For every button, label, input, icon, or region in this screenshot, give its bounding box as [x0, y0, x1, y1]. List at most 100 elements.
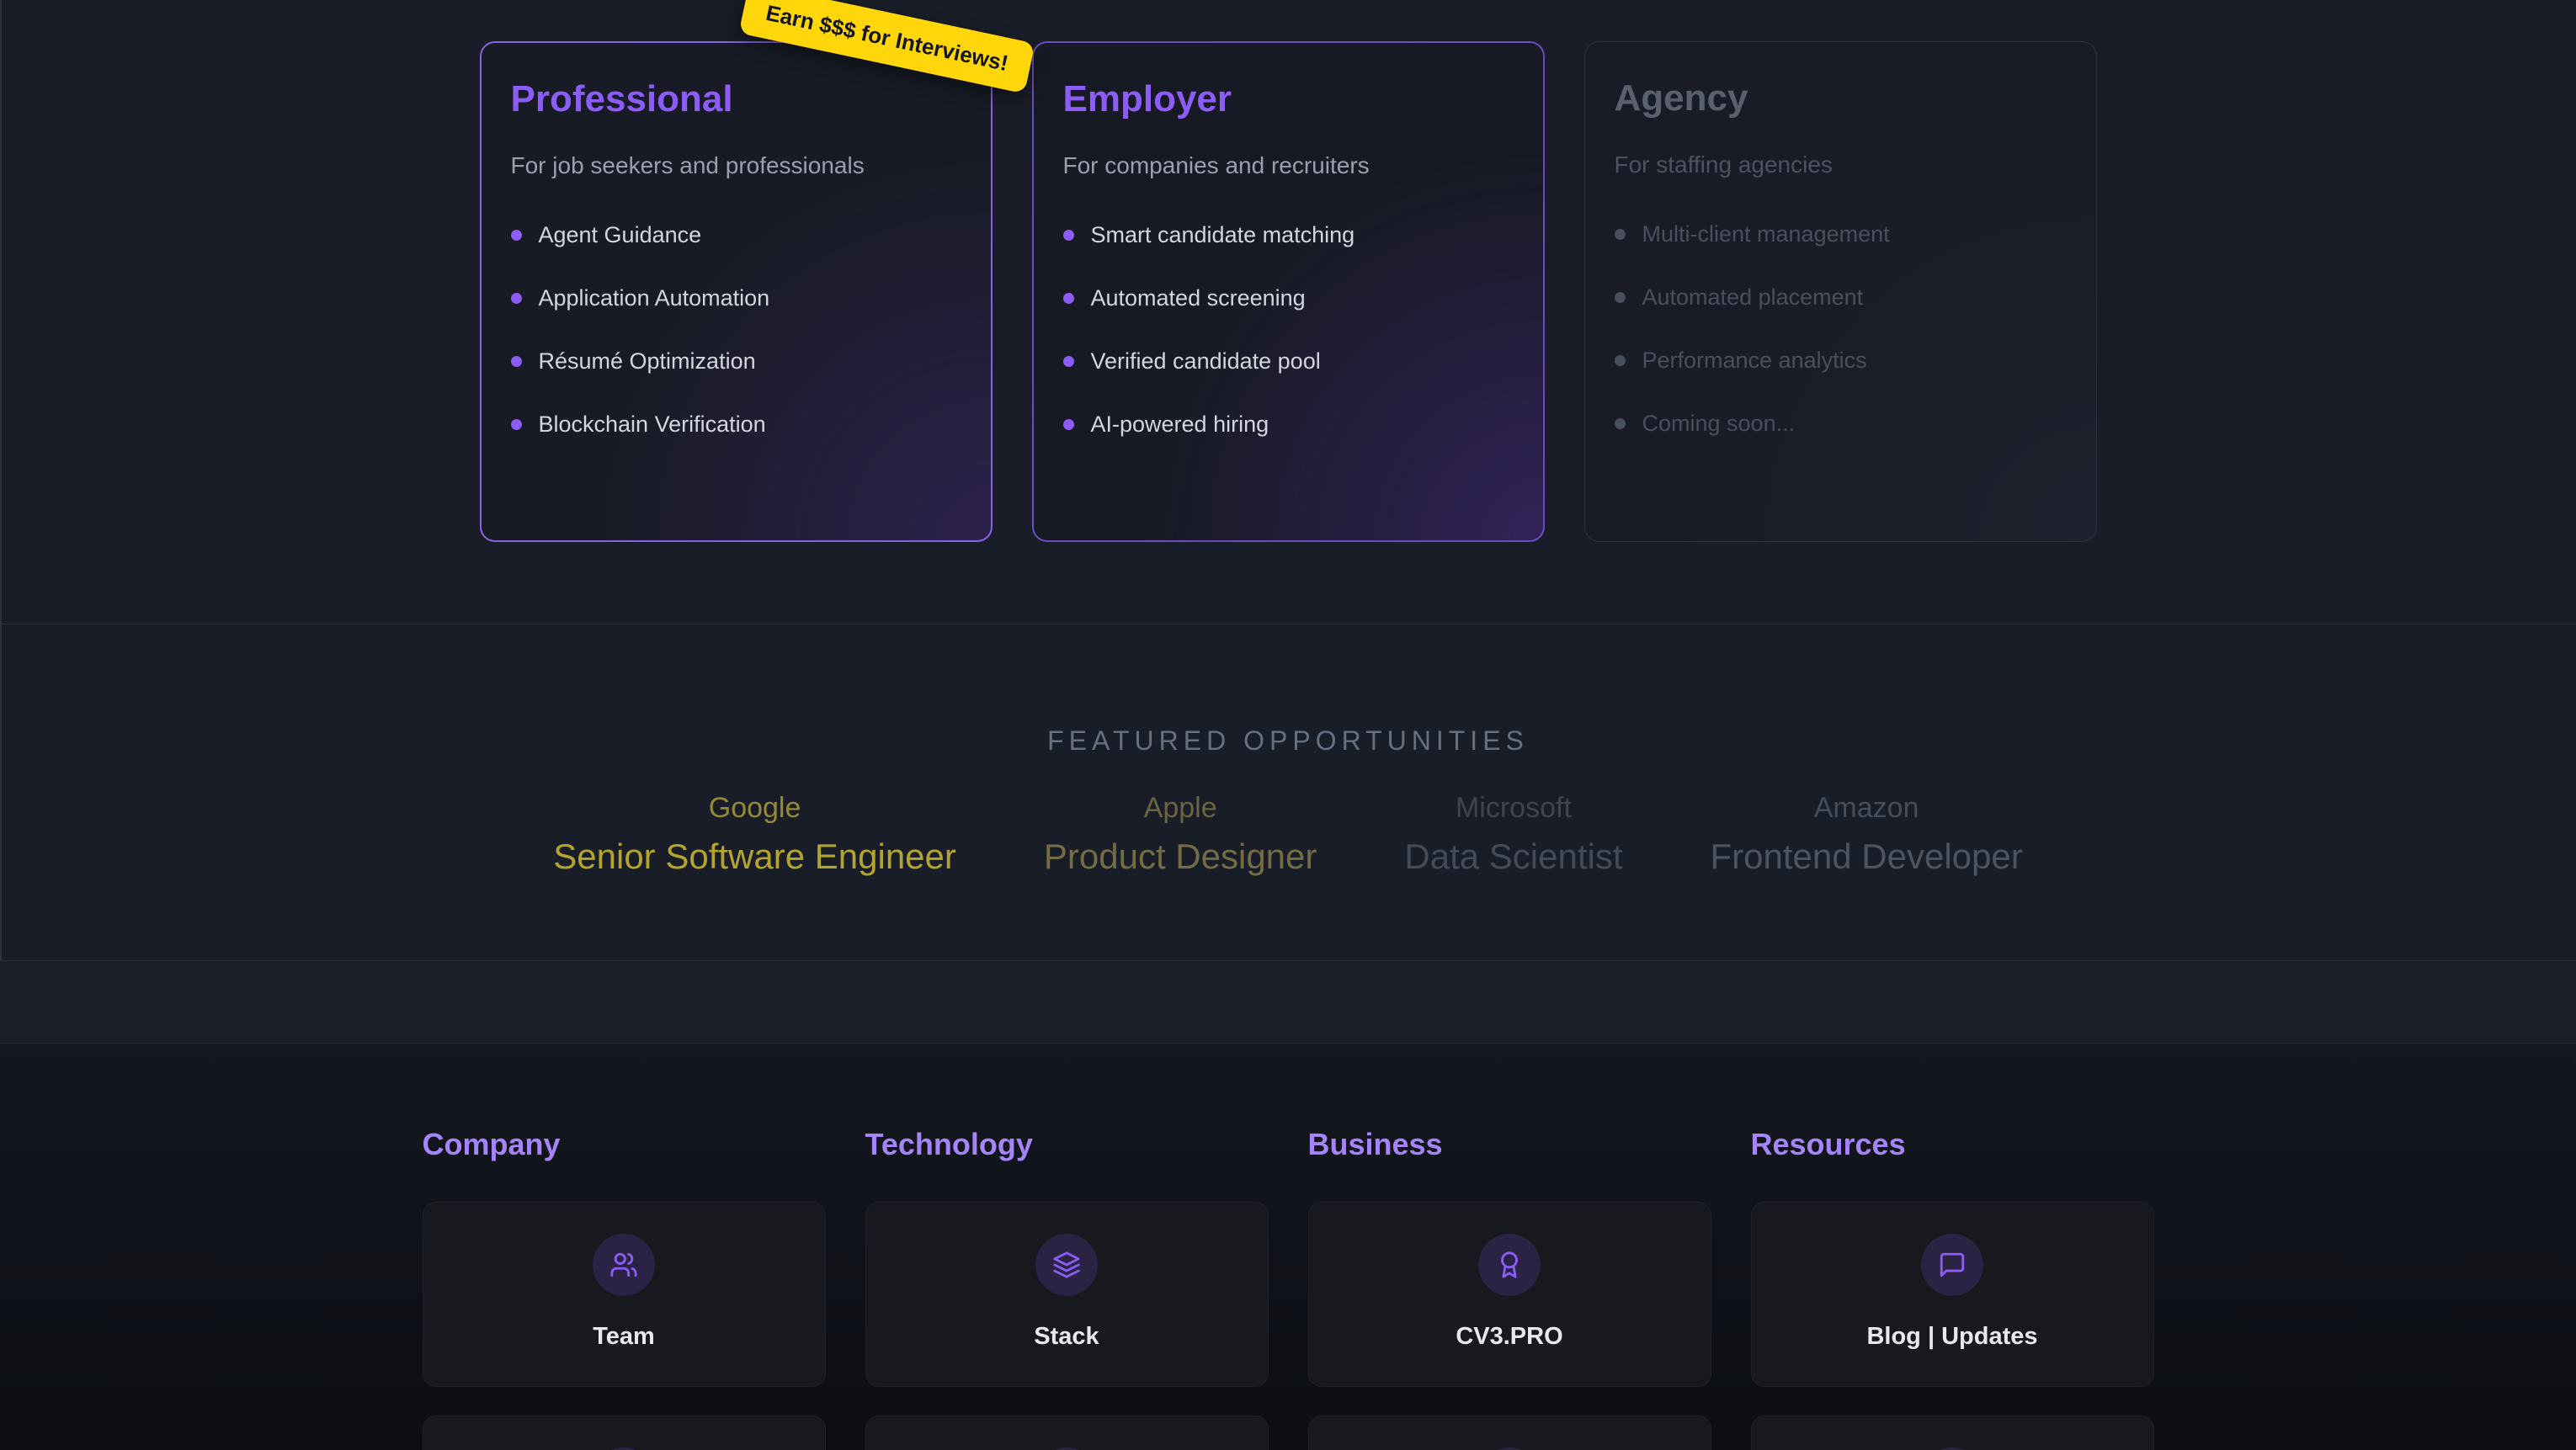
- footer-grid: Company Team Technology: [423, 1128, 2154, 1450]
- feature-item: Résumé Optimization: [511, 348, 961, 374]
- icon-badge: [1035, 1447, 1098, 1450]
- footer-heading-company: Company: [423, 1128, 826, 1161]
- feature-item: Coming soon...: [1615, 411, 2067, 437]
- bullet-dot-icon: [511, 419, 522, 430]
- feature-label: Coming soon...: [1642, 411, 1796, 437]
- plan-description: For companies and recruiters: [1063, 151, 1514, 180]
- feature-item: Automated placement: [1615, 284, 2067, 311]
- icon-badge: [593, 1234, 655, 1296]
- footer-card-stack[interactable]: Stack: [865, 1202, 1269, 1387]
- featured-role: Product Designer: [1044, 837, 1317, 877]
- message-icon: [1938, 1251, 1967, 1279]
- bullet-dot-icon: [1063, 293, 1074, 304]
- footer-card-partial[interactable]: [1751, 1415, 2154, 1450]
- feature-label: Verified candidate pool: [1091, 348, 1321, 374]
- featured-company: Google: [553, 792, 956, 825]
- feature-label: Application Automation: [539, 285, 770, 311]
- feature-label: Blockchain Verification: [539, 412, 766, 438]
- plan-card-employer[interactable]: Employer For companies and recruiters Sm…: [1032, 41, 1545, 542]
- footer-card-cv3pro[interactable]: CV3.PRO: [1308, 1202, 1711, 1387]
- icon-badge: [1478, 1447, 1541, 1450]
- footer-heading-technology: Technology: [865, 1128, 1269, 1161]
- plan-description: For staffing agencies: [1615, 151, 2067, 179]
- plan-card-professional[interactable]: Earn $$$ for Interviews! Professional Fo…: [480, 41, 993, 542]
- featured-heading: FEATURED OPPORTUNITIES: [0, 624, 2576, 757]
- bullet-dot-icon: [1615, 229, 1626, 240]
- featured-item-microsoft[interactable]: Microsoft Data Scientist: [1404, 792, 1622, 877]
- plans-section: Earn $$$ for Interviews! Professional Fo…: [0, 0, 2576, 624]
- footer-card-label: Stack: [1034, 1323, 1099, 1351]
- footer-heading-business: Business: [1308, 1128, 1711, 1161]
- featured-role: Data Scientist: [1404, 837, 1622, 877]
- bullet-dot-icon: [1063, 356, 1074, 367]
- plan-title-professional: Professional: [511, 79, 961, 120]
- plan-description: For job seekers and professionals: [511, 151, 961, 180]
- bullet-dot-icon: [511, 293, 522, 304]
- bullet-dot-icon: [1063, 419, 1074, 430]
- feature-label: Multi-client management: [1642, 221, 1890, 247]
- footer-card-team[interactable]: Team: [423, 1202, 826, 1387]
- footer-card-label: Team: [593, 1323, 655, 1351]
- award-icon: [1495, 1251, 1524, 1279]
- feature-label: Smart candidate matching: [1091, 222, 1355, 248]
- icon-badge: [1921, 1234, 1983, 1296]
- icon-badge: [1478, 1234, 1541, 1296]
- featured-role: Frontend Developer: [1711, 837, 2023, 877]
- plan-feature-list: Smart candidate matching Automated scree…: [1063, 222, 1514, 438]
- plans-row: Earn $$$ for Interviews! Professional Fo…: [0, 0, 2576, 542]
- users-icon: [609, 1251, 638, 1279]
- section-divider-band: [0, 961, 2576, 1044]
- featured-carousel: Google Senior Software Engineer Apple Pr…: [0, 792, 2576, 877]
- featured-item-amazon[interactable]: Amazon Frontend Developer: [1711, 792, 2023, 877]
- feature-label: Performance analytics: [1642, 348, 1867, 374]
- featured-company: Microsoft: [1404, 792, 1622, 825]
- plan-card-agency[interactable]: Agency For staffing agencies Multi-clien…: [1584, 41, 2097, 542]
- footer-card-label: Blog | Updates: [1866, 1323, 2037, 1351]
- featured-company: Apple: [1044, 792, 1317, 825]
- feature-item: Agent Guidance: [511, 222, 961, 248]
- footer-card-partial[interactable]: [865, 1415, 1269, 1450]
- footer-heading-resources: Resources: [1751, 1128, 2154, 1161]
- bullet-dot-icon: [511, 230, 522, 241]
- layers-icon: [1052, 1251, 1081, 1279]
- feature-item: Automated screening: [1063, 285, 1514, 311]
- plan-feature-list: Multi-client management Automated placem…: [1615, 221, 2067, 437]
- bullet-dot-icon: [1615, 292, 1626, 303]
- feature-item: Performance analytics: [1615, 348, 2067, 374]
- bullet-dot-icon: [1615, 418, 1626, 429]
- feature-label: Automated placement: [1642, 284, 1864, 311]
- footer-column-resources: Resources Blog | Updates: [1751, 1128, 2154, 1450]
- plan-title-employer: Employer: [1063, 79, 1514, 120]
- feature-item: Verified candidate pool: [1063, 348, 1514, 374]
- feature-item: Blockchain Verification: [511, 412, 961, 438]
- featured-company: Amazon: [1711, 792, 2023, 825]
- icon-badge: [1921, 1447, 1983, 1450]
- plan-title-agency: Agency: [1615, 78, 2067, 119]
- footer-column-technology: Technology Stack: [865, 1128, 1269, 1450]
- footer-card-blog[interactable]: Blog | Updates: [1751, 1202, 2154, 1387]
- plan-feature-list: Agent Guidance Application Automation Ré…: [511, 222, 961, 438]
- featured-role: Senior Software Engineer: [553, 837, 956, 877]
- feature-label: Agent Guidance: [539, 222, 702, 248]
- footer-card-label: CV3.PRO: [1456, 1323, 1562, 1351]
- feature-label: AI-powered hiring: [1091, 412, 1269, 438]
- landing-page: Earn $$$ for Interviews! Professional Fo…: [0, 0, 2576, 1450]
- icon-badge: [1035, 1234, 1098, 1296]
- feature-item: Smart candidate matching: [1063, 222, 1514, 248]
- featured-item-apple[interactable]: Apple Product Designer: [1044, 792, 1317, 877]
- feature-label: Automated screening: [1091, 285, 1306, 311]
- bullet-dot-icon: [1063, 230, 1074, 241]
- feature-item: Application Automation: [511, 285, 961, 311]
- featured-item-google[interactable]: Google Senior Software Engineer: [553, 792, 956, 877]
- feature-item: Multi-client management: [1615, 221, 2067, 247]
- footer: Company Team Technology: [0, 1044, 2576, 1450]
- featured-opportunities-section: FEATURED OPPORTUNITIES Google Senior Sof…: [0, 624, 2576, 961]
- footer-column-company: Company Team: [423, 1128, 826, 1450]
- footer-column-business: Business CV3.PRO: [1308, 1128, 1711, 1450]
- bullet-dot-icon: [511, 356, 522, 367]
- footer-card-partial[interactable]: [423, 1415, 826, 1450]
- footer-card-partial[interactable]: [1308, 1415, 1711, 1450]
- feature-item: AI-powered hiring: [1063, 412, 1514, 438]
- bullet-dot-icon: [1615, 355, 1626, 366]
- icon-badge: [593, 1447, 655, 1450]
